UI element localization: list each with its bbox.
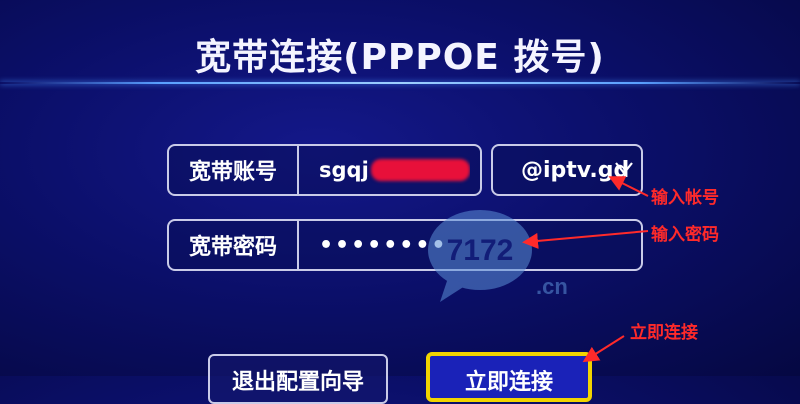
watermark-logo: 7172 .cn <box>428 210 568 302</box>
watermark-logo-text: 7172 <box>447 234 514 267</box>
account-input[interactable]: sgqj <box>319 146 470 194</box>
account-value: sgqj <box>319 158 369 182</box>
annotation-password: 输入密码 <box>651 225 719 245</box>
connect-now-button[interactable]: 立即连接 <box>426 352 592 402</box>
annotation-account: 输入帐号 <box>651 188 719 208</box>
redaction-mark <box>370 159 470 181</box>
watermark-domain-text: .cn <box>536 274 568 299</box>
title-divider <box>0 82 800 84</box>
password-label: 宽带密码 <box>169 221 299 269</box>
exit-wizard-button[interactable]: 退出配置向导 <box>208 354 388 404</box>
account-label: 宽带账号 <box>169 146 299 194</box>
annotation-connect: 立即连接 <box>630 323 698 343</box>
domain-select[interactable]: @iptv.gd <box>491 144 643 196</box>
chevron-down-icon <box>615 162 633 175</box>
page-title: 宽带连接(PPPOE 拨号) <box>195 37 605 78</box>
account-field[interactable]: 宽带账号 sgqj <box>167 144 482 196</box>
